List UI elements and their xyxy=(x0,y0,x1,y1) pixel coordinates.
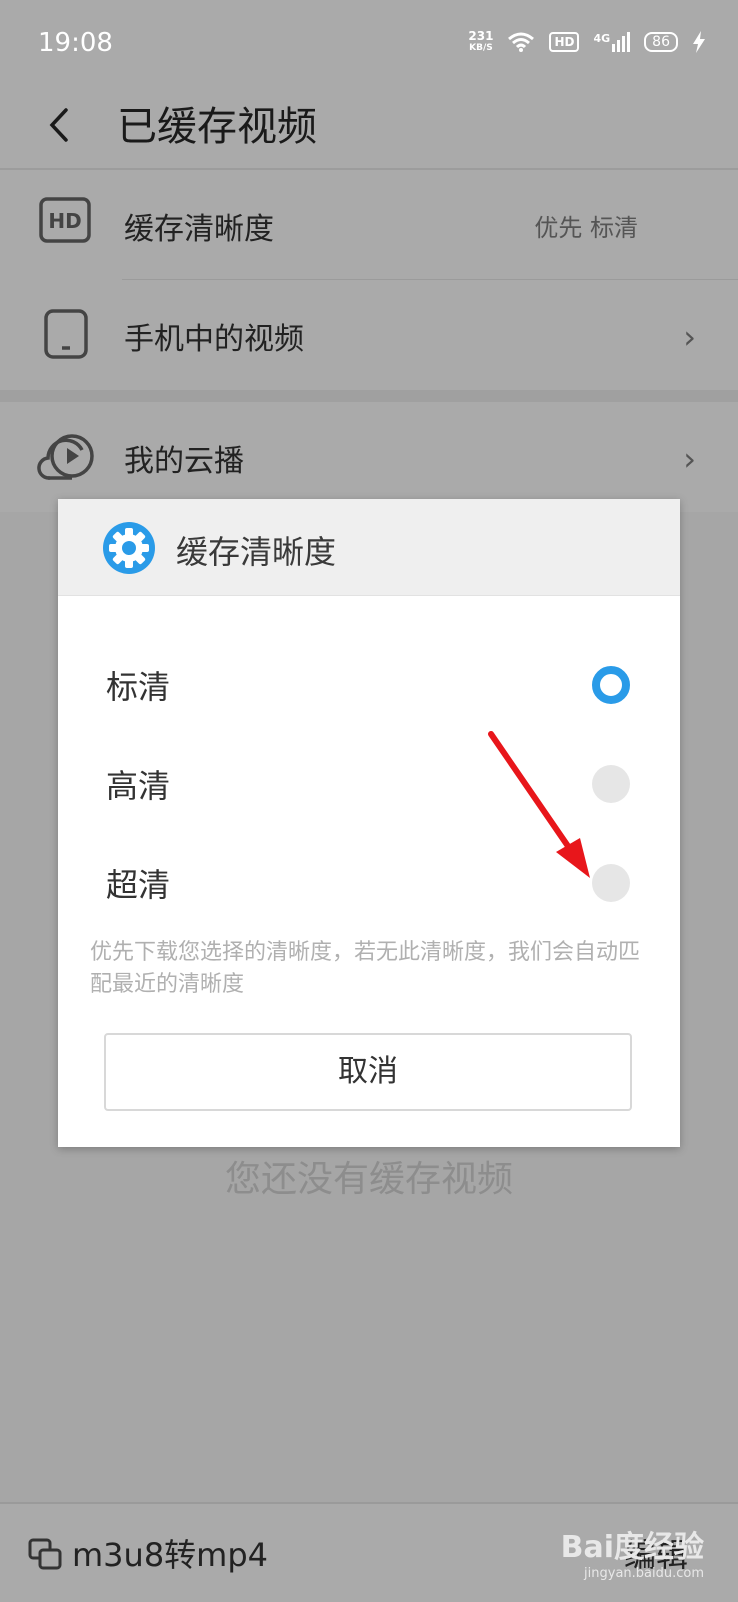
list-item-label: 我的云播 xyxy=(124,444,244,479)
svg-text:HD: HD xyxy=(48,209,81,233)
dialog-hint: 优先下载您选择的清晰度，若无此清晰度，我们会自动匹配最近的清晰度 xyxy=(90,940,641,997)
radio-unselected[interactable] xyxy=(592,864,630,902)
convert-button[interactable]: m3u8转mp4 xyxy=(72,1530,268,1576)
list-item-cache-quality[interactable]: HD 缓存清晰度 优先 标清 xyxy=(0,170,738,280)
option-label: 标清 xyxy=(106,668,171,706)
empty-state-text: 您还没有缓存视频 xyxy=(224,1159,513,1200)
list-item-cloud-play[interactable]: 我的云播 › xyxy=(0,402,738,512)
net-speed-value: 231 xyxy=(468,29,494,43)
cloud-play-icon xyxy=(37,434,94,480)
watermark: Bai度经验 jingyan.baidu.com xyxy=(561,1522,704,1581)
option-ultra[interactable]: 超清 xyxy=(58,838,680,928)
status-bar: 19:08 231 KB/S HD 4G 86 xyxy=(0,0,738,90)
wifi-icon xyxy=(508,32,535,52)
gear-icon xyxy=(103,522,155,574)
status-time: 19:08 xyxy=(38,28,113,58)
back-arrow-icon[interactable] xyxy=(40,100,80,150)
status-icons: 231 KB/S HD 4G 86 xyxy=(468,30,706,54)
dialog-title: 缓存清晰度 xyxy=(176,533,337,571)
hd-badge: HD xyxy=(549,32,580,52)
charging-icon xyxy=(693,31,705,53)
cache-quality-dialog: 缓存清晰度 标清 高清 超清 优先下载您选择的清晰度，若无此清晰度，我们会自动匹… xyxy=(58,499,680,1147)
chevron-right-icon: › xyxy=(683,440,696,478)
network-type: 4G xyxy=(593,32,611,45)
list-item-phone-videos[interactable]: 手机中的视频 › xyxy=(0,280,738,390)
app-bar: 已缓存视频 xyxy=(0,90,738,170)
option-high[interactable]: 高清 xyxy=(58,739,680,829)
list-item-label: 缓存清晰度 xyxy=(124,212,274,247)
watermark-url: jingyan.baidu.com xyxy=(584,1566,704,1581)
settings-list: HD 缓存清晰度 优先 标清 手机中的视频 › 我的云播 › xyxy=(0,170,738,512)
signal-icon: 4G xyxy=(593,32,631,52)
list-item-value: 优先 标清 xyxy=(534,214,638,242)
option-label: 高清 xyxy=(106,767,171,805)
net-speed-unit: KB/S xyxy=(469,43,493,53)
chevron-right-icon: › xyxy=(683,318,696,356)
watermark-brand: Bai度经验 xyxy=(560,1530,704,1565)
hd-icon: HD xyxy=(39,197,91,243)
page-title: 已缓存视频 xyxy=(117,104,317,150)
bottom-bar: m3u8转mp4 编辑 Bai度经验 jingyan.baidu.com xyxy=(0,1502,738,1602)
cancel-button[interactable]: 取消 xyxy=(104,1033,632,1111)
section-gap xyxy=(0,390,738,402)
convert-icon xyxy=(28,1538,62,1570)
dialog-header: 缓存清晰度 xyxy=(58,499,680,596)
option-standard[interactable]: 标清 xyxy=(58,640,680,730)
list-item-label: 手机中的视频 xyxy=(124,322,304,357)
radio-unselected[interactable] xyxy=(592,765,630,803)
radio-selected[interactable] xyxy=(592,666,630,704)
battery-level: 86 xyxy=(644,32,678,52)
option-label: 超清 xyxy=(106,866,171,904)
phone-icon xyxy=(44,309,88,359)
net-speed: 231 KB/S xyxy=(468,30,493,54)
